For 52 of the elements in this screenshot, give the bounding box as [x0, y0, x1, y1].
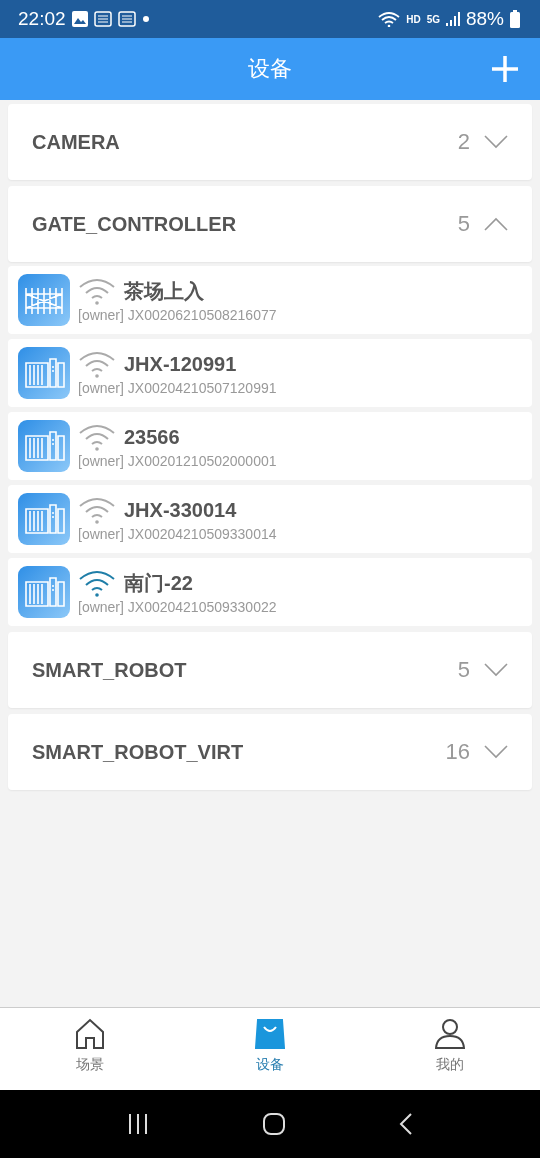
device-name: JHX-330014	[124, 498, 237, 522]
status-time: 22:02	[18, 8, 66, 30]
device-serial: [owner] JX00204210509330022	[78, 599, 277, 615]
device-item[interactable]: 23566 [owner] JX00201210502000001	[8, 412, 532, 480]
chevron-down-icon[interactable]	[484, 663, 508, 677]
recent-apps-icon[interactable]	[126, 1113, 149, 1135]
nav-tab[interactable]: 设备	[180, 1008, 360, 1090]
group-count: 5	[457, 211, 470, 237]
chevron-down-icon[interactable]	[484, 135, 508, 149]
news-app-icon	[93, 11, 112, 27]
nav-tab[interactable]: 我的	[360, 1008, 540, 1090]
group-name: SMART_ROBOT_VIRT	[32, 740, 245, 764]
device-name: 茶场上入	[124, 278, 204, 304]
chevron-up-icon[interactable]	[484, 217, 508, 231]
cell-signal-icon	[445, 11, 460, 27]
page-title: 设备	[248, 55, 292, 83]
cell-label: 5G	[426, 13, 440, 25]
group-count: 16	[445, 739, 470, 765]
group-header[interactable]: SMART_ROBOT 5	[8, 632, 532, 708]
group-name: SMART_ROBOT	[32, 658, 188, 682]
group-header[interactable]: SMART_ROBOT_VIRT 16	[8, 714, 532, 790]
news-app-icon	[117, 11, 136, 27]
bag-icon	[255, 1018, 285, 1050]
device-item[interactable]: 南门-22 [owner] JX00204210509330022	[8, 558, 532, 626]
dot-icon	[141, 15, 150, 23]
device-item[interactable]: JHX-330014 [owner] JX00204210509330014	[8, 485, 532, 553]
network-label: HD	[406, 13, 421, 25]
battery-percent: 88%	[465, 8, 504, 30]
device-item[interactable]: JHX-120991 [owner] JX00204210507120991	[8, 339, 532, 407]
device-name: 南门-22	[124, 570, 193, 596]
home-button-icon[interactable]	[262, 1112, 286, 1136]
group-header[interactable]: GATE_CONTROLLER 5	[8, 186, 532, 262]
user-icon	[435, 1018, 465, 1050]
device-serial: [owner] JX00201210502000001	[78, 453, 277, 469]
group-count: 2	[457, 129, 470, 155]
chevron-down-icon[interactable]	[484, 745, 508, 759]
device-serial: [owner] JX00206210508216077	[78, 307, 277, 323]
nav-tab[interactable]: 场景	[0, 1008, 180, 1090]
device-serial: [owner] JX00204210509330014	[78, 526, 277, 542]
group-name: GATE_CONTROLLER	[32, 212, 238, 236]
device-serial: [owner] JX00204210507120991	[78, 380, 277, 396]
device-item[interactable]: 茶场上入 [owner] JX00206210508216077	[8, 266, 532, 334]
wifi-signal-icon	[378, 11, 401, 27]
group-count: 5	[457, 657, 470, 683]
group-header[interactable]: CAMERA 2	[8, 104, 532, 180]
device-name: 23566	[124, 425, 180, 449]
home-icon	[75, 1018, 105, 1050]
back-icon[interactable]	[399, 1112, 414, 1136]
battery-icon	[510, 10, 520, 28]
device-name: JHX-120991	[124, 352, 237, 376]
image-icon	[71, 11, 88, 27]
group-name: CAMERA	[32, 130, 121, 154]
